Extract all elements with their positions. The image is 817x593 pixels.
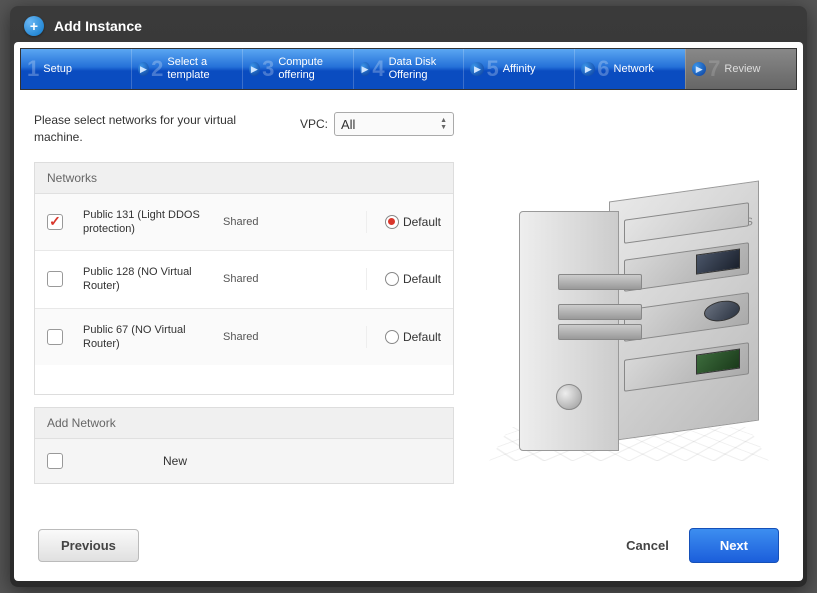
networks-panel-header: Networks	[35, 163, 453, 194]
chevron-right-icon: ▶	[581, 62, 595, 76]
step-label: Data Disk Offering	[389, 56, 458, 81]
add-network-new-label: New	[163, 454, 187, 468]
network-name: Public 128 (NO Virtual Router)	[83, 265, 223, 294]
previous-button[interactable]: Previous	[38, 529, 139, 562]
next-button[interactable]: Next	[689, 528, 779, 563]
stepper-icon: ▲▼	[440, 117, 447, 131]
add-network-panel: Add Network New	[34, 407, 454, 484]
vpc-label: VPC:	[300, 117, 328, 131]
network-type: Shared	[223, 331, 303, 343]
step-number: 1	[27, 58, 39, 80]
add-network-checkbox[interactable]	[47, 453, 63, 469]
network-type: Shared	[223, 273, 303, 285]
network-name: Public 67 (NO Virtual Router)	[83, 323, 223, 352]
step-label: Review	[724, 63, 760, 76]
network-checkbox[interactable]	[47, 271, 63, 287]
network-type: Shared	[223, 216, 303, 228]
network-checkbox[interactable]	[47, 214, 63, 230]
default-label: Default	[403, 330, 441, 344]
chevron-right-icon: ▶	[138, 62, 149, 76]
dialog-title: Add Instance	[54, 18, 142, 34]
vpc-select[interactable]: All ▲▼	[334, 112, 454, 136]
network-row: Public 128 (NO Virtual Router)Shared Defa…	[35, 251, 453, 309]
networks-panel: Networks Public 131 (Light DDOS protecti…	[34, 162, 454, 395]
chevron-right-icon: ▶	[692, 62, 706, 76]
default-radio[interactable]	[385, 272, 399, 286]
wizard-steps: 1Setup▶2Select a template▶3Compute offer…	[20, 48, 797, 90]
dialog-titlebar: + Add Instance	[14, 10, 803, 42]
step-label: Setup	[43, 63, 72, 76]
networks-list: Public 131 (Light DDOS protection)Shared…	[35, 194, 453, 394]
illustration-area: OS	[474, 112, 783, 510]
wizard-step-2[interactable]: ▶2Select a template	[131, 49, 242, 89]
network-checkbox[interactable]	[47, 329, 63, 345]
step-label: Select a template	[167, 56, 235, 81]
default-label: Default	[403, 215, 441, 229]
step-number: 3	[262, 58, 274, 80]
wizard-step-7: ▶7 Review	[685, 49, 796, 89]
default-radio[interactable]	[385, 330, 399, 344]
step-label: Network	[614, 63, 654, 76]
network-row: Public 67 (NO Virtual Router)Shared Defau…	[35, 309, 453, 366]
server-diagram: OS	[489, 161, 769, 461]
chevron-right-icon: ▶	[249, 62, 260, 76]
cancel-button[interactable]: Cancel	[626, 538, 669, 553]
add-network-header: Add Network	[35, 408, 453, 439]
step-label: Affinity	[503, 63, 536, 76]
step-number: 4	[372, 58, 384, 80]
chevron-right-icon: ▶	[470, 62, 484, 76]
wizard-step-5[interactable]: ▶5 Affinity	[463, 49, 574, 89]
default-label: Default	[403, 272, 441, 286]
plus-circle-icon: +	[24, 16, 44, 36]
vpc-value: All	[341, 117, 355, 132]
wizard-step-6[interactable]: ▶6 Network	[574, 49, 685, 89]
step-label: Compute offering	[278, 56, 346, 81]
step-prompt: Please select networks for your virtual …	[34, 112, 264, 146]
step-number: 6	[597, 58, 609, 80]
wizard-step-3[interactable]: ▶3Compute offering	[242, 49, 353, 89]
network-row: Public 131 (Light DDOS protection)Shared…	[35, 194, 453, 252]
wizard-step-4[interactable]: ▶4Data Disk Offering	[353, 49, 464, 89]
add-instance-dialog: + Add Instance 1Setup▶2Select a template…	[10, 6, 807, 587]
chevron-right-icon: ▶	[360, 62, 371, 76]
wizard-step-1[interactable]: 1 Setup	[21, 49, 131, 89]
step-number: 7	[708, 58, 720, 80]
step-number: 5	[486, 58, 498, 80]
default-radio[interactable]	[385, 215, 399, 229]
step-number: 2	[151, 58, 163, 80]
network-name: Public 131 (Light DDOS protection)	[83, 208, 223, 237]
